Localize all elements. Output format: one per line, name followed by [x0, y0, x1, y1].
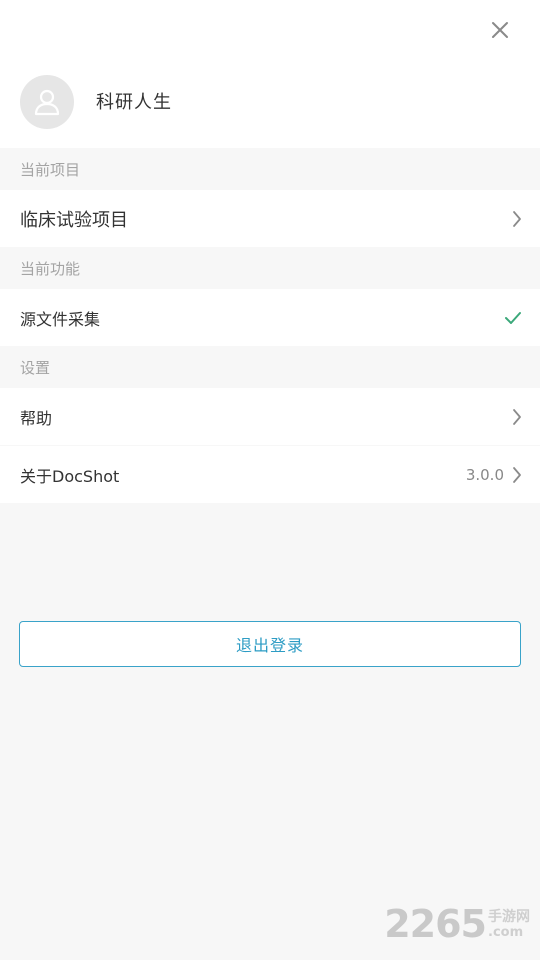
current-project-row[interactable]: 临床试验项目 — [0, 190, 540, 247]
section-header-current-function: 当前功能 — [0, 247, 540, 289]
chevron-right-icon — [512, 210, 522, 228]
about-row[interactable]: 关于DocShot 3.0.0 — [0, 446, 540, 503]
help-label: 帮助 — [20, 408, 53, 428]
current-project-label: 临床试验项目 — [20, 209, 128, 231]
watermark-number: 2265 — [384, 902, 487, 946]
version-value: 3.0.0 — [465, 465, 504, 484]
username: 科研人生 — [96, 92, 172, 113]
watermark-site: 手游网 — [488, 908, 530, 925]
section-header-label: 当前项目 — [20, 160, 81, 179]
chevron-right-icon — [512, 466, 522, 484]
section-header-label: 设置 — [20, 358, 51, 377]
chevron-right-icon — [512, 408, 522, 426]
current-function-label: 源文件采集 — [20, 309, 101, 329]
current-function-row[interactable]: 源文件采集 — [0, 289, 540, 346]
watermark-domain: .com — [488, 924, 524, 940]
about-label: 关于DocShot — [20, 466, 120, 486]
logout-button[interactable]: 退出登录 — [19, 621, 521, 667]
checkmark-icon — [504, 311, 522, 325]
help-row[interactable]: 帮助 — [0, 388, 540, 445]
section-header-current-project: 当前项目 — [0, 148, 540, 190]
profile-header: 科研人生 — [0, 0, 540, 148]
avatar[interactable] — [20, 75, 74, 129]
user-icon — [34, 89, 60, 116]
close-icon — [492, 22, 508, 38]
section-header-settings: 设置 — [0, 346, 540, 388]
close-button[interactable] — [488, 18, 512, 42]
section-header-label: 当前功能 — [20, 259, 81, 278]
watermark-logo: 2265 手游网 .com — [384, 902, 530, 946]
